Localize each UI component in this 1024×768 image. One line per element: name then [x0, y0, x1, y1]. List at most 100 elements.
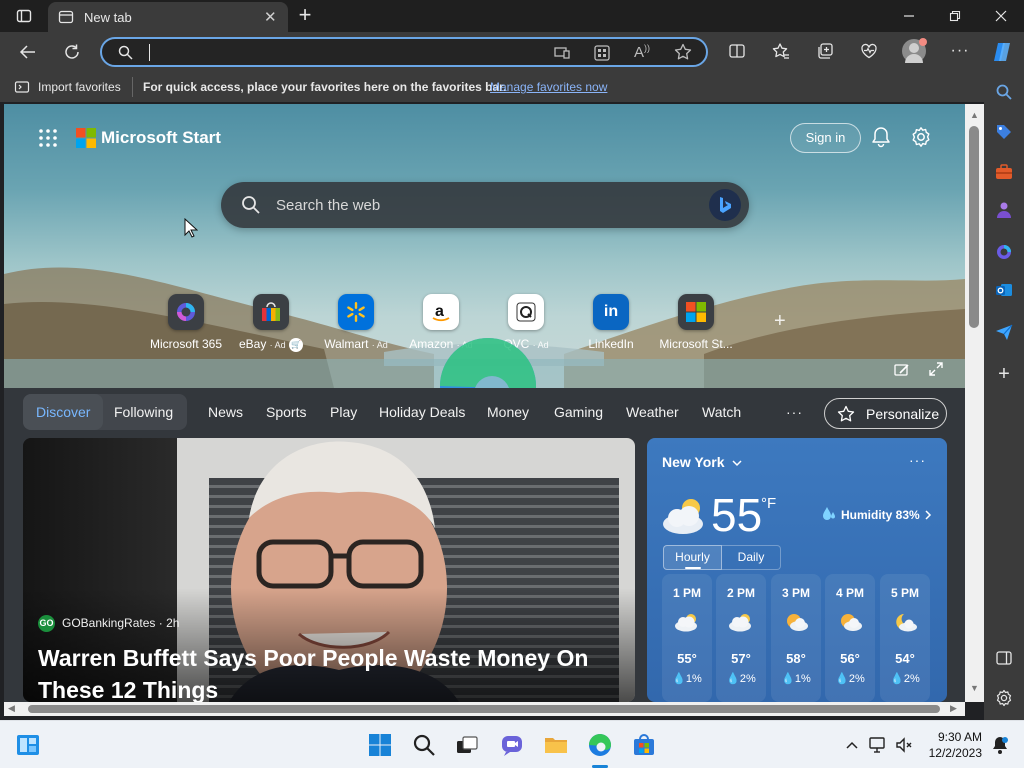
shopping-tag-icon[interactable]: [992, 120, 1016, 144]
humidity-label[interactable]: Humidity 83%: [841, 508, 920, 522]
widgets-icon[interactable]: [16, 733, 40, 757]
volume-muted-icon[interactable]: [892, 733, 916, 757]
article-source: GOBankingRates · 2h: [62, 616, 180, 630]
nav-sports[interactable]: Sports: [266, 404, 306, 420]
feed-mode-toggle: Discover Following: [23, 394, 187, 430]
edge-browser-icon[interactable]: [588, 733, 612, 757]
split-screen-icon[interactable]: [726, 40, 748, 62]
article-headline[interactable]: Warren Buffett Says Poor People Waste Mo…: [38, 642, 628, 702]
nav-news[interactable]: News: [208, 404, 243, 420]
back-button[interactable]: [16, 40, 40, 64]
nav-more-button[interactable]: ···: [786, 404, 803, 420]
daily-toggle[interactable]: Daily: [722, 545, 781, 570]
hide-sidebar-icon[interactable]: [992, 646, 1016, 670]
taskbar-clock[interactable]: 9:30 AM 12/2/2023: [920, 729, 982, 761]
expand-icon[interactable]: [928, 361, 946, 379]
scroll-left-icon[interactable]: ◀: [8, 703, 15, 714]
article-card[interactable]: GO GOBankingRates · 2h Warren Buffett Sa…: [23, 438, 635, 702]
favorite-star-icon[interactable]: [674, 43, 692, 66]
chevron-down-icon[interactable]: [731, 456, 743, 474]
nav-watch[interactable]: Watch: [702, 404, 741, 420]
manage-favorites-link[interactable]: Manage favorites now: [490, 80, 607, 94]
scroll-right-icon[interactable]: ▶: [950, 703, 957, 714]
chevron-right-icon[interactable]: [923, 508, 933, 526]
notifications-bell-icon[interactable]: [870, 126, 892, 150]
hourly-forecast-4pm[interactable]: 4 PM 56° 💧2%: [825, 574, 875, 702]
horizontal-scroll-thumb[interactable]: [28, 705, 940, 713]
address-bar[interactable]: A)): [100, 37, 708, 67]
read-aloud-icon[interactable]: A)): [634, 43, 650, 61]
file-explorer-icon[interactable]: [544, 733, 568, 757]
hourly-forecast-3pm[interactable]: 3 PM 58° 💧1%: [771, 574, 821, 702]
web-search-icon: [241, 195, 261, 220]
show-hidden-icons-chevron-up-icon[interactable]: [840, 733, 864, 757]
hourly-forecast-1pm[interactable]: 1 PM 55° 💧1%: [662, 574, 712, 702]
teams-chat-icon[interactable]: [500, 733, 524, 757]
windows-start-icon[interactable]: [368, 733, 392, 757]
customize-background-icon[interactable]: [894, 362, 912, 378]
tools-briefcase-icon[interactable]: [992, 160, 1016, 184]
quick-link-walmart[interactable]: Walmart · Ad: [311, 294, 401, 351]
refresh-button[interactable]: [60, 40, 84, 64]
import-favorites-link[interactable]: Import favorites: [38, 80, 121, 94]
nav-gaming[interactable]: Gaming: [554, 404, 603, 420]
weather-city[interactable]: New York: [662, 454, 725, 470]
import-favorites-icon[interactable]: [14, 79, 30, 98]
tab-following[interactable]: Following: [114, 404, 173, 420]
nav-holiday-deals[interactable]: Holiday Deals: [379, 404, 465, 420]
games-icon[interactable]: [992, 198, 1016, 222]
web-search-input[interactable]: Search the web: [276, 197, 380, 214]
new-tab-button[interactable]: +: [294, 2, 316, 27]
sidebar-search-icon[interactable]: [992, 80, 1016, 104]
quick-link-microsoft-store[interactable]: Microsoft St...: [651, 294, 741, 351]
quick-link-linkedin[interactable]: in LinkedIn: [566, 294, 656, 351]
microsoft-store-taskbar-icon[interactable]: [632, 733, 656, 757]
close-window-button[interactable]: [988, 6, 1014, 26]
add-quick-link-button[interactable]: +: [774, 310, 786, 333]
send-paper-plane-icon[interactable]: [992, 320, 1016, 344]
quick-link-microsoft-365[interactable]: Microsoft 365: [141, 294, 231, 351]
quick-link-ebay[interactable]: eBay · Ad 🛒: [226, 294, 316, 352]
profile-avatar[interactable]: [902, 38, 927, 63]
scroll-down-icon[interactable]: ▼: [970, 683, 979, 693]
hourly-forecast-2pm[interactable]: 2 PM 57° 💧2%: [716, 574, 766, 702]
personalize-button[interactable]: Personalize: [824, 398, 947, 429]
nav-play[interactable]: Play: [330, 404, 357, 420]
nav-weather[interactable]: Weather: [626, 404, 679, 420]
walmart-icon: [338, 294, 374, 330]
vertical-scrollbar[interactable]: ▲ ▼: [965, 104, 984, 702]
scroll-up-icon[interactable]: ▲: [970, 110, 979, 120]
collections-icon[interactable]: [814, 40, 836, 62]
page-settings-gear-icon[interactable]: [910, 126, 932, 150]
microsoft-365-sidebar-icon[interactable]: [992, 240, 1016, 264]
tab-new-tab[interactable]: New tab ✕: [48, 2, 288, 32]
nav-money[interactable]: Money: [487, 404, 529, 420]
app-launcher-icon[interactable]: [38, 128, 58, 148]
tab-discover[interactable]: Discover: [36, 404, 90, 420]
taskbar-search-icon[interactable]: [412, 733, 436, 757]
settings-more-button[interactable]: ···: [948, 40, 972, 62]
minimize-button[interactable]: [896, 6, 922, 26]
sign-in-button[interactable]: Sign in: [790, 123, 861, 153]
hourly-forecast-5pm[interactable]: 5 PM 54° 💧2%: [880, 574, 930, 702]
app-available-icon[interactable]: [553, 44, 571, 67]
favorites-divider: [132, 77, 133, 97]
web-search-box[interactable]: Search the web: [221, 182, 749, 228]
add-sidebar-app-icon[interactable]: +: [992, 362, 1016, 386]
network-monitor-icon[interactable]: [866, 733, 890, 757]
close-tab-icon[interactable]: ✕: [264, 8, 277, 26]
browser-essentials-icon[interactable]: [858, 40, 880, 62]
favorites-icon[interactable]: [770, 40, 792, 62]
vertical-scroll-thumb[interactable]: [969, 126, 979, 328]
task-view-icon[interactable]: [455, 733, 479, 757]
tab-actions-icon[interactable]: [14, 7, 34, 25]
horizontal-scrollbar[interactable]: ◀ ▶: [4, 702, 965, 716]
outlook-icon[interactable]: [992, 278, 1016, 302]
bing-chat-icon[interactable]: [709, 189, 741, 221]
copilot-icon[interactable]: [988, 38, 1016, 66]
restore-button[interactable]: [942, 6, 968, 26]
apps-grid-icon[interactable]: [593, 44, 611, 67]
weather-more-icon[interactable]: ···: [909, 452, 926, 468]
sidebar-settings-icon[interactable]: [992, 686, 1016, 710]
notification-center-icon[interactable]: [988, 733, 1012, 757]
